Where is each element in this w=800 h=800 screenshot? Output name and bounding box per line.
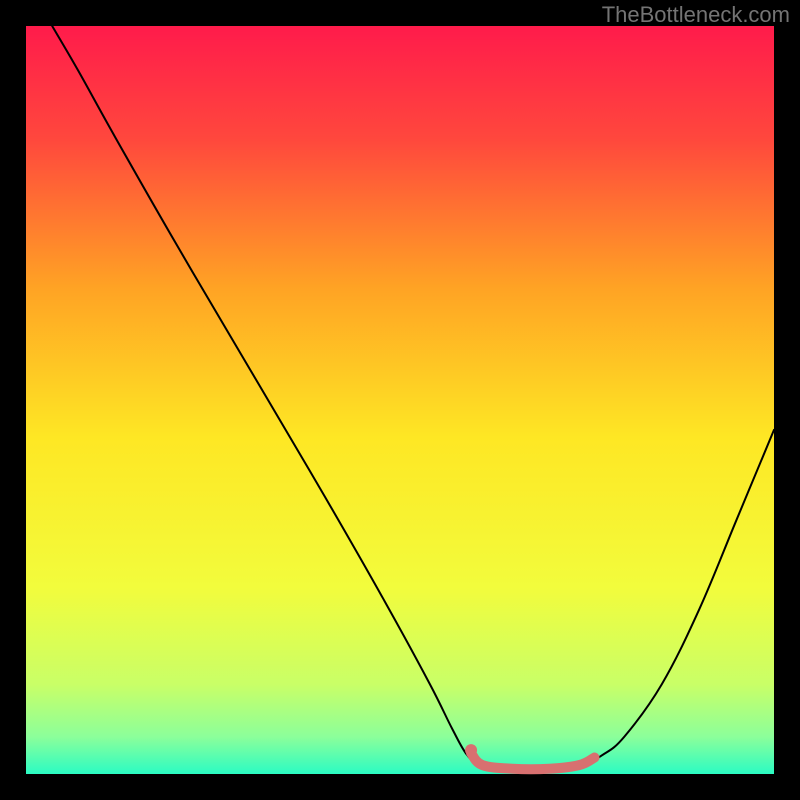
bottleneck-chart xyxy=(0,0,800,800)
watermark-text: TheBottleneck.com xyxy=(602,2,790,28)
chart-container: TheBottleneck.com xyxy=(0,0,800,800)
plot-background xyxy=(26,26,774,774)
optimal-marker xyxy=(465,744,477,756)
